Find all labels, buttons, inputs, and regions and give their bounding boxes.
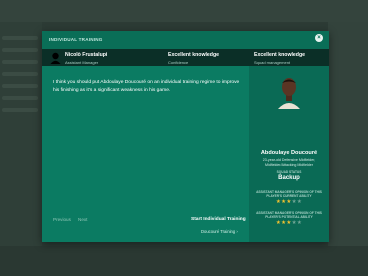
player-name[interactable]: Abdoulaye Doucouré [249, 150, 329, 156]
background-sidebar-row [2, 108, 38, 112]
close-icon: × [317, 35, 321, 41]
modal-title: INDIVIDUAL TRAINING [49, 37, 103, 42]
confidence-knowledge-label: Confidence [168, 60, 189, 65]
potential-ability-empty-stars: ★★ [291, 220, 303, 226]
squad-status-value: Backup [278, 175, 300, 181]
background-sidebar-row [2, 84, 38, 88]
player-training-link[interactable]: Doucouré Training › [201, 229, 238, 234]
player-panel: Abdoulaye Doucouré 23-year-old Defensive… [249, 66, 329, 242]
current-ability-label: ASSISTANT MANAGER'S OPINION OF THIS PLAY… [256, 190, 322, 199]
background-top-bar [0, 0, 368, 22]
close-button[interactable]: × [315, 34, 323, 42]
player-description: 23-year-old Defensive Midfielder, Midfie… [262, 158, 316, 167]
modal-header: INDIVIDUAL TRAINING × [42, 31, 329, 49]
current-ability-filled-stars: ★★★ [275, 199, 292, 205]
current-ability-empty-stars: ★★ [291, 199, 303, 205]
squad-status-label: SQUAD STATUS [276, 170, 302, 174]
potential-ability-rating: ★★★★★ [249, 220, 329, 226]
current-ability-rating: ★★★★★ [249, 199, 329, 205]
background-sidebar [0, 22, 42, 276]
confidence-knowledge: Excellent knowledge Confidence [168, 52, 219, 65]
previous-button[interactable]: Previous [53, 217, 71, 222]
potential-ability-filled-stars: ★★★ [275, 220, 292, 226]
squad-management-knowledge-label: Squad management [254, 60, 291, 65]
background-right-panel [328, 22, 368, 276]
potential-ability-label: ASSISTANT MANAGER'S OPINION OF THIS PLAY… [256, 211, 322, 220]
staff-info: Nicolò Frustalupi Assistant Manager [65, 52, 107, 65]
individual-training-modal: INDIVIDUAL TRAINING × Nicolò Frustalupi … [42, 31, 329, 242]
next-button[interactable]: Next [78, 217, 87, 222]
background-bottom-bar [0, 246, 368, 276]
squad-management-knowledge: Excellent knowledge Squad management [254, 52, 305, 65]
start-individual-training-button[interactable]: Start Individual Training [191, 217, 246, 222]
background-sidebar-row [2, 36, 38, 40]
player-photo[interactable] [276, 76, 302, 109]
background-sidebar-row [2, 96, 38, 100]
background-sidebar-row [2, 72, 38, 76]
assistant-message: I think you should put Abdoulaye Doucour… [53, 80, 240, 93]
confidence-knowledge-value: Excellent knowledge [168, 52, 220, 58]
background-sidebar-row [2, 60, 38, 64]
squad-management-knowledge-value: Excellent knowledge [254, 52, 306, 58]
staff-silhouette-icon [50, 52, 61, 64]
background-sidebar-row [2, 48, 38, 52]
staff-role: Assistant Manager [65, 60, 99, 65]
staff-name[interactable]: Nicolò Frustalupi [65, 52, 107, 58]
